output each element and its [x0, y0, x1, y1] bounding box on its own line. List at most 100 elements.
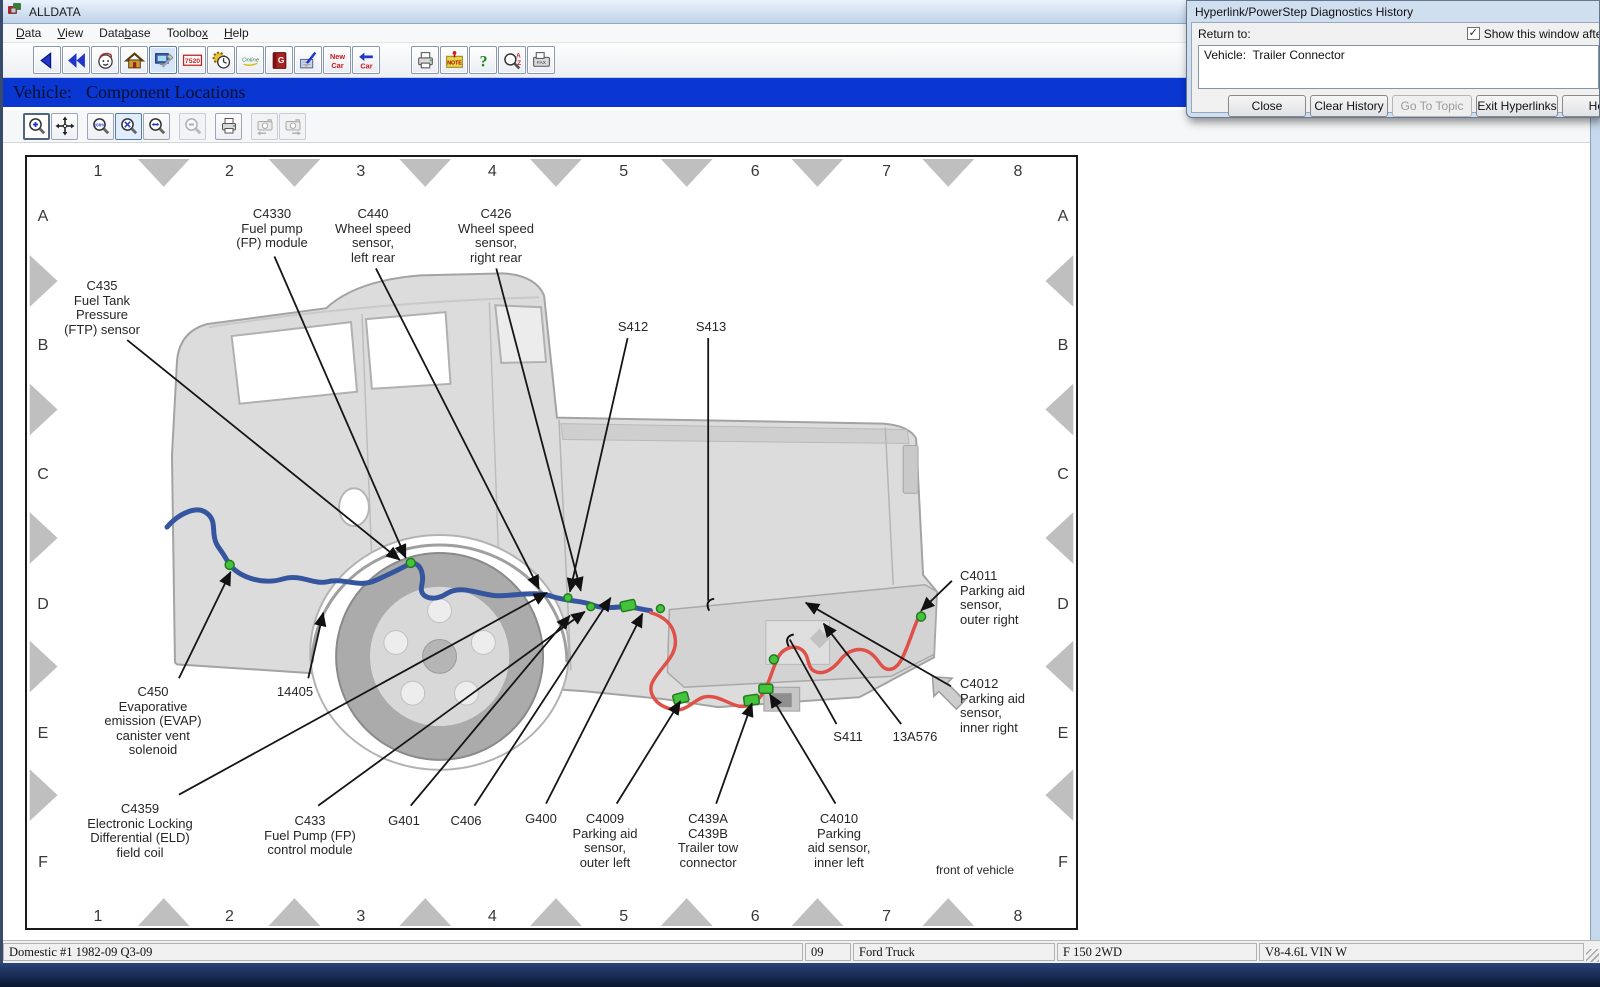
callout-G401[interactable]: G401 — [388, 814, 420, 829]
menu-database[interactable]: Database — [91, 25, 158, 42]
menu-view[interactable]: View — [49, 25, 91, 42]
callout-S412[interactable]: S412 — [618, 320, 648, 335]
callout-C4010[interactable]: C4010Parkingaid sensor,inner left — [808, 812, 871, 870]
zoom-100-button[interactable]: 100% — [87, 113, 114, 140]
dialog-button-row: CloseClear HistoryGo To TopicExit Hyperl… — [1198, 95, 1599, 117]
assistant-button[interactable] — [91, 46, 119, 74]
pan-button[interactable] — [51, 113, 78, 140]
window-right-border — [1590, 110, 1600, 940]
history-listbox[interactable]: Vehicle: Trailer Connector — [1198, 45, 1599, 89]
notes-button[interactable] — [294, 46, 322, 74]
online-button[interactable]: Online — [236, 46, 264, 74]
grid-row-label-left: A — [38, 208, 49, 226]
grid-row-label-right: C — [1057, 466, 1069, 484]
callout-C440[interactable]: C440Wheel speedsensor,left rear — [335, 207, 411, 265]
callout-C435[interactable]: C435Fuel TankPressure(FTP) sensor — [64, 279, 140, 337]
status-cell-2: Ford Truck — [853, 943, 1055, 961]
glossary-button[interactable]: G — [265, 46, 293, 74]
mag-width-icon — [147, 116, 167, 136]
prev-image-button[interactable] — [251, 113, 278, 140]
callout-14405[interactable]: 14405 — [277, 685, 313, 700]
show-window-checkbox-label: Show this window after I select a hype — [1484, 27, 1600, 41]
go-to-topic-button[interactable]: Go To Topic — [1392, 95, 1472, 117]
menu-help[interactable]: Help — [216, 25, 257, 42]
callout-C426[interactable]: C426Wheel speedsensor,right rear — [458, 207, 534, 265]
new-car-text-icon: NewCar — [327, 50, 348, 71]
grid-column-label-top: 5 — [619, 163, 628, 181]
previous-car-button[interactable]: Car — [352, 46, 380, 74]
callout-C406[interactable]: C406 — [450, 814, 481, 829]
callout-front-of-vehicle: front of vehicle — [936, 863, 1014, 878]
menu-toolbox[interactable]: Toolbox — [159, 25, 216, 42]
callout-13A576[interactable]: 13A576 — [893, 730, 938, 745]
note-hotkey-button[interactable]: NOTE — [440, 46, 468, 74]
home-icon — [124, 50, 145, 71]
search-az-icon: AZ — [502, 50, 523, 71]
grid-column-label-bottom: 2 — [225, 908, 234, 926]
svg-text:Car: Car — [360, 61, 372, 70]
zoom-fit-button[interactable] — [115, 113, 142, 140]
exit-hyperlinks-button[interactable]: Exit Hyperlinks — [1476, 95, 1558, 117]
search-az-button[interactable]: AZ — [498, 46, 526, 74]
help-button[interactable]: Help — [1562, 95, 1600, 117]
book-g-icon: G — [269, 50, 290, 71]
grid-row-label-left: F — [38, 854, 48, 872]
online-text-icon: Online — [240, 50, 261, 71]
labor-times-button[interactable] — [207, 46, 235, 74]
callout-C4330[interactable]: C4330Fuel pump(FP) module — [236, 207, 308, 251]
next-image-button[interactable] — [279, 113, 306, 140]
callout-S411[interactable]: S411 — [833, 730, 862, 745]
callout-C450[interactable]: C450Evaporativeemission (EVAP)canister v… — [104, 685, 201, 758]
show-window-checkbox[interactable]: ✓ — [1467, 27, 1480, 40]
svg-text:?: ? — [479, 53, 487, 70]
zoom-out-button[interactable] — [179, 113, 206, 140]
callout-G400[interactable]: G400 — [525, 812, 557, 827]
grid-column-label-bottom: 5 — [619, 908, 628, 926]
home-button[interactable] — [120, 46, 148, 74]
pan-arrows-icon — [55, 116, 75, 136]
menu-data[interactable]: Data — [8, 25, 49, 42]
grid-row-label-left: D — [37, 596, 49, 614]
window-left-border — [0, 0, 3, 963]
grid-row-label-right: D — [1057, 596, 1069, 614]
grid-column-label-top: 6 — [751, 163, 760, 181]
note-pin-icon: NOTE — [444, 50, 465, 71]
new-car-button[interactable]: NewCar — [323, 46, 351, 74]
assistant-face-icon — [95, 50, 116, 71]
dialog-title-bar[interactable]: Hyperlink/PowerStep Diagnostics History — [1187, 1, 1599, 21]
grid-column-label-bottom: 8 — [1014, 908, 1023, 926]
svg-text:7520: 7520 — [184, 58, 199, 65]
callout-C439A-C439B[interactable]: C439AC439BTrailer towconnector — [678, 812, 738, 870]
history-item[interactable]: Vehicle: Trailer Connector — [1202, 47, 1595, 63]
clear-history-button[interactable]: Clear History — [1310, 95, 1388, 117]
callout-C4009[interactable]: C4009Parking aidsensor,outer left — [572, 812, 637, 870]
vehicle-report-button[interactable] — [149, 46, 177, 74]
close-button[interactable]: Close — [1228, 95, 1306, 117]
grid-row-label-right: B — [1058, 337, 1069, 355]
callout-C4012[interactable]: C4012Parking aidsensor,inner right — [960, 677, 1025, 735]
zoom-width-button[interactable] — [143, 113, 170, 140]
resize-grip[interactable] — [1586, 949, 1599, 962]
grid-column-label-top: 1 — [94, 163, 103, 181]
callout-C433[interactable]: C433Fuel Pump (FP)control module — [264, 814, 356, 858]
content-area: 1122334455667788AABBCCDDEEFF C4330Fuel p… — [3, 143, 1600, 940]
grid-row-label-right: A — [1058, 208, 1069, 226]
grid-column-label-bottom: 4 — [488, 908, 497, 926]
callout-S413[interactable]: S413 — [696, 320, 726, 335]
fax-button[interactable]: FAX — [527, 46, 555, 74]
help-button[interactable]: ? — [469, 46, 497, 74]
history-back-button[interactable] — [62, 46, 90, 74]
return-to-label: Return to: — [1198, 27, 1251, 41]
callout-C4359[interactable]: C4359Electronic LockingDifferential (ELD… — [87, 802, 193, 860]
print-button[interactable] — [411, 46, 439, 74]
callout-C4011[interactable]: C4011Parking aidsensor,outer right — [960, 569, 1025, 627]
back-button[interactable] — [33, 46, 61, 74]
svg-text:Car: Car — [331, 60, 343, 69]
window-title: ALLDATA — [29, 5, 81, 19]
zoom-in-button[interactable] — [23, 113, 50, 140]
grid-row-label-right: E — [1058, 725, 1069, 743]
print-image-button[interactable] — [215, 113, 242, 140]
arrow-double-left-icon — [66, 50, 87, 71]
grid-column-label-top: 7 — [882, 163, 891, 181]
parts-labor-button[interactable]: 7520 — [178, 46, 206, 74]
